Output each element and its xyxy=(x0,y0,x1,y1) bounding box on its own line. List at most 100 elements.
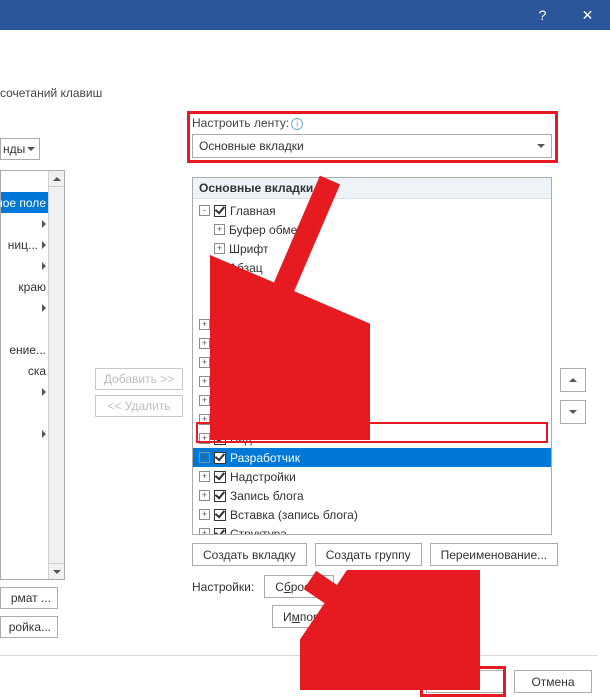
chevron-down-icon xyxy=(53,570,61,574)
close-button[interactable]: ✕ xyxy=(565,0,610,30)
expand-icon[interactable]: + xyxy=(199,376,210,387)
ribbon-tabs-combo[interactable]: Основные вкладки xyxy=(192,134,552,158)
separator xyxy=(0,655,598,656)
checkbox[interactable] xyxy=(214,471,226,483)
new-tab-button[interactable]: Создать вкладку xyxy=(192,543,307,566)
tree-node[interactable]: + Вставка (запись блога) xyxy=(193,505,551,524)
checkbox[interactable] xyxy=(214,338,226,350)
submenu-arrow-icon xyxy=(42,304,46,312)
tree-node[interactable]: + Буфер обмена xyxy=(193,220,551,239)
move-up-button[interactable] xyxy=(560,368,586,392)
tree-node[interactable]: +Запись блога xyxy=(193,486,551,505)
tree-node[interactable]: +Разработчик xyxy=(193,448,551,467)
chevron-down-icon xyxy=(27,147,35,151)
tree-node-label: Структура xyxy=(230,527,287,536)
submenu-arrow-icon xyxy=(42,430,46,438)
expand-icon[interactable]: + xyxy=(214,281,225,292)
tree-node-label: Дизайн xyxy=(230,337,270,351)
left-commands-list[interactable]: ное полениц...краюение...ска xyxy=(0,170,65,580)
scrollbar[interactable] xyxy=(48,171,64,579)
expand-icon[interactable]: + xyxy=(214,300,225,311)
tree-node[interactable]: + Вид xyxy=(193,429,551,448)
format-button[interactable]: рмат ... xyxy=(0,587,58,609)
expand-icon[interactable]: + xyxy=(199,338,210,349)
left-combo-text: нды xyxy=(3,142,25,156)
list-item-label: ение... xyxy=(9,343,46,357)
expand-icon[interactable]: + xyxy=(199,452,210,463)
expand-icon[interactable]: + xyxy=(199,414,210,425)
configure-button[interactable]: ройка... xyxy=(0,616,58,638)
import-export-button[interactable]: Импорт и эксорт xyxy=(272,605,398,628)
tree-node-label: Редактирование xyxy=(229,299,320,313)
tree-node[interactable]: +Рассылки xyxy=(193,391,551,410)
collapse-icon[interactable]: - xyxy=(199,205,210,216)
reset-button[interactable]: Сброс xyxy=(264,575,334,598)
left-commands-combo[interactable]: нды xyxy=(0,138,40,160)
tree-node[interactable]: +Макет xyxy=(193,353,551,372)
chevron-up-icon xyxy=(569,378,577,382)
chevron-down-icon xyxy=(537,144,545,148)
chevron-down-icon xyxy=(315,585,323,589)
checkbox[interactable] xyxy=(214,452,226,464)
tree-node[interactable]: +Вставка xyxy=(193,315,551,334)
new-group-button[interactable]: Создать группу xyxy=(315,543,422,566)
ribbon-tree[interactable]: Основные вкладки -Главная + Буфер обмена + Ш… xyxy=(192,177,552,535)
info-icon: i xyxy=(291,118,303,130)
checkbox[interactable] xyxy=(214,319,226,331)
cancel-button[interactable]: Отмена xyxy=(514,670,592,693)
tree-node-label: Шрифт xyxy=(229,242,268,256)
tree-node[interactable]: + Шрифт xyxy=(193,239,551,258)
move-down-button[interactable] xyxy=(560,400,586,424)
tree-header: Основные вкладки xyxy=(193,178,551,199)
ok-button[interactable]: ОК xyxy=(426,670,504,693)
expand-icon[interactable]: + xyxy=(214,224,225,235)
ribbon-combo-text: Основные вкладки xyxy=(199,139,304,153)
submenu-arrow-icon xyxy=(42,388,46,396)
checkbox[interactable] xyxy=(214,490,226,502)
list-item-label: краю xyxy=(18,280,46,294)
tree-node[interactable]: + Дизайн xyxy=(193,334,551,353)
tree-node[interactable]: -Главная xyxy=(193,201,551,220)
chevron-up-icon xyxy=(53,177,61,181)
checkbox[interactable] xyxy=(214,357,226,369)
expand-icon[interactable]: + xyxy=(199,490,210,501)
expand-icon[interactable]: + xyxy=(199,471,210,482)
scroll-down-button[interactable] xyxy=(49,563,64,579)
checkbox[interactable] xyxy=(214,395,226,407)
tree-node-label: Буфер обмена xyxy=(229,223,311,237)
add-button[interactable]: Добавить >> xyxy=(95,368,183,390)
expand-icon[interactable]: + xyxy=(214,243,225,254)
tree-node[interactable]: + Редактирование xyxy=(193,296,551,315)
tree-node-label: Ссылки xyxy=(230,375,272,389)
tree-node[interactable]: + Стили xyxy=(193,277,551,296)
tree-node[interactable]: + Ссылки xyxy=(193,372,551,391)
checkbox[interactable] xyxy=(214,509,226,521)
expand-icon[interactable]: + xyxy=(199,319,210,330)
tree-node[interactable]: + Рецензирование xyxy=(193,410,551,429)
scroll-up-button[interactable] xyxy=(49,171,64,187)
expand-icon[interactable]: + xyxy=(199,509,210,520)
list-item-label: ное поле xyxy=(0,196,46,210)
tree-node-label: Рецензирование xyxy=(230,413,323,427)
tree-node[interactable]: +Абзац xyxy=(193,258,551,277)
tree-node-label: Стили xyxy=(229,280,264,294)
checkbox[interactable] xyxy=(214,528,226,536)
expand-icon[interactable]: + xyxy=(214,262,225,273)
checkbox[interactable] xyxy=(214,205,226,217)
tree-node-label: Вставка (запись блога) xyxy=(230,508,358,522)
tree-node-label: Вид xyxy=(230,432,252,446)
checkbox[interactable] xyxy=(214,433,226,445)
submenu-arrow-icon xyxy=(42,262,46,270)
checkbox[interactable] xyxy=(214,376,226,388)
rename-button[interactable]: Переименование... xyxy=(430,543,559,566)
help-button[interactable]: ? xyxy=(520,0,565,30)
expand-icon[interactable]: + xyxy=(199,433,210,444)
expand-icon[interactable]: + xyxy=(199,528,210,535)
expand-icon[interactable]: + xyxy=(199,395,210,406)
settings-label: Настройки: xyxy=(192,580,254,594)
remove-button[interactable]: << Удалить xyxy=(95,395,183,417)
checkbox[interactable] xyxy=(214,414,226,426)
expand-icon[interactable]: + xyxy=(199,357,210,368)
tree-node[interactable]: +Надстройки xyxy=(193,467,551,486)
tree-node[interactable]: + Структура xyxy=(193,524,551,535)
